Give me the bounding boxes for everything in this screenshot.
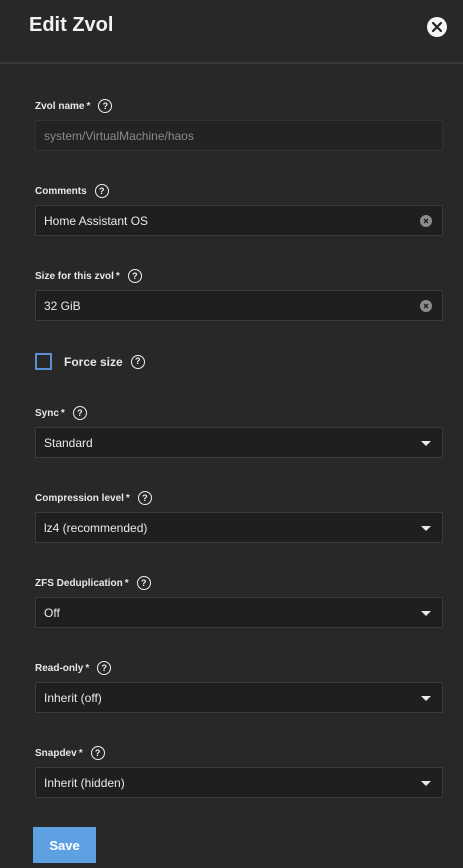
readonly-select[interactable]: Inherit (off)	[35, 682, 443, 713]
zvol-name-field: system/VirtualMachine/haos	[35, 120, 443, 151]
help-icon[interactable]: ?	[90, 746, 105, 760]
readonly-label: Read-only * ?	[35, 661, 112, 675]
size-label: Size for this zvol * ?	[35, 269, 142, 283]
snapdev-label: Snapdev * ?	[35, 746, 105, 760]
force-size-label: Force size	[64, 354, 123, 369]
dialog-header: Edit Zvol	[0, 0, 463, 64]
save-button[interactable]: Save	[33, 827, 96, 863]
help-icon[interactable]: ?	[137, 491, 152, 505]
size-field[interactable]: 32 GiB	[35, 290, 443, 321]
dedup-select[interactable]: Off	[35, 597, 443, 628]
chevron-down-icon	[421, 611, 431, 616]
help-icon[interactable]: ?	[127, 269, 142, 283]
help-icon[interactable]: ?	[98, 99, 113, 113]
close-icon[interactable]	[427, 17, 447, 37]
snapdev-select[interactable]: Inherit (hidden)	[35, 767, 443, 798]
chevron-down-icon	[421, 441, 431, 446]
help-icon[interactable]: ?	[136, 576, 151, 590]
force-size-row[interactable]: Force size ?	[35, 353, 145, 370]
dedup-label: ZFS Deduplication * ?	[35, 576, 151, 590]
chevron-down-icon	[421, 526, 431, 531]
chevron-down-icon	[421, 696, 431, 701]
sync-label: Sync * ?	[35, 406, 87, 420]
dialog-title: Edit Zvol	[29, 14, 114, 36]
help-icon[interactable]: ?	[97, 661, 112, 675]
help-icon[interactable]: ?	[94, 184, 109, 198]
force-size-checkbox[interactable]	[35, 353, 52, 370]
comments-label: Comments ?	[35, 184, 109, 198]
help-icon[interactable]: ?	[130, 354, 145, 369]
chevron-down-icon	[421, 781, 431, 786]
zvol-name-label: Zvol name * ?	[35, 99, 113, 113]
help-icon[interactable]: ?	[72, 406, 87, 420]
clear-icon[interactable]	[420, 300, 432, 312]
comments-field[interactable]: Home Assistant OS	[35, 205, 443, 236]
sync-select[interactable]: Standard	[35, 427, 443, 458]
compression-select[interactable]: lz4 (recommended)	[35, 512, 443, 543]
compression-label: Compression level * ?	[35, 491, 152, 505]
clear-icon[interactable]	[420, 215, 432, 227]
